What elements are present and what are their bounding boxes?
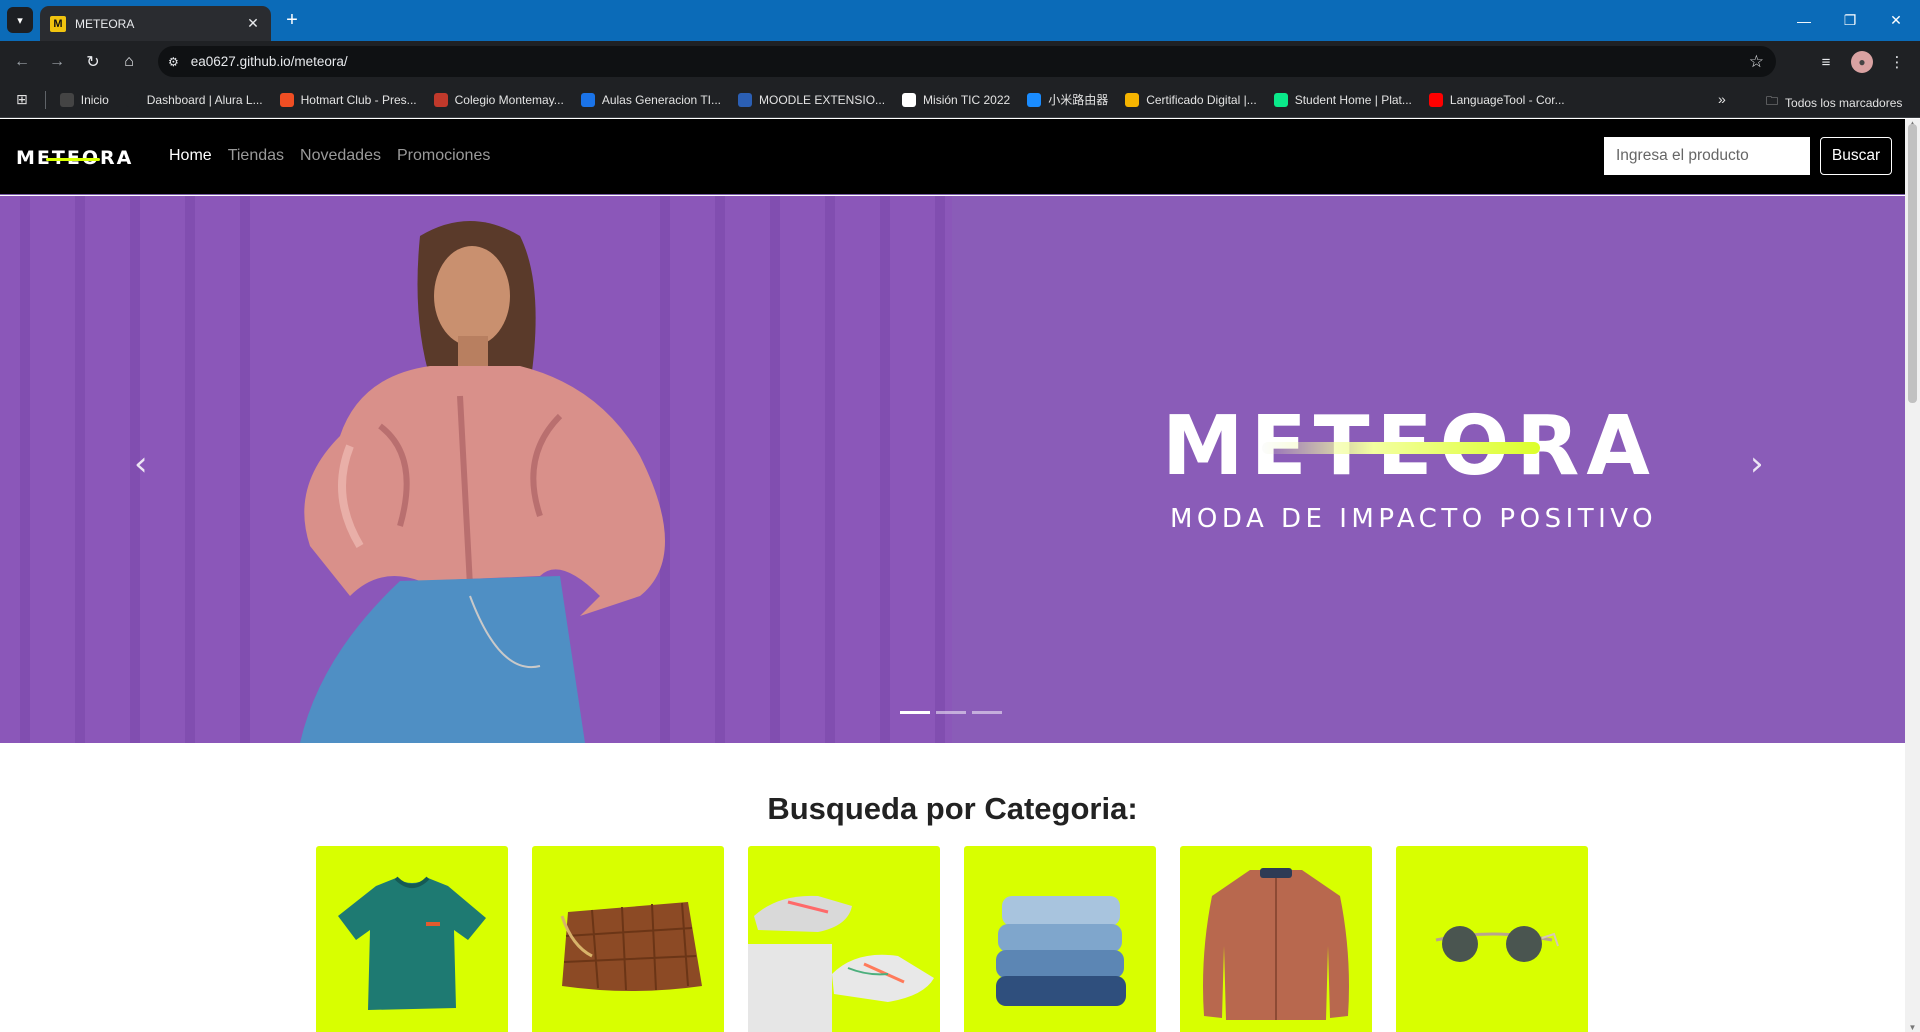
kebab-menu-icon[interactable]: ⋮ [1884, 49, 1910, 75]
tshirt-image [338, 876, 486, 1010]
alura-a-icon [125, 92, 140, 107]
nav-link-promociones[interactable]: Promociones [397, 147, 490, 165]
apps-grid-icon[interactable]: ⊞ [16, 91, 28, 108]
home-dark-icon [59, 92, 74, 107]
hero-accent-stroke [1262, 442, 1540, 454]
bookmark-item[interactable]: MOODLE EXTENSIO... [738, 92, 886, 107]
hero-carousel: ‹ › METEORA MODA DE IMPACTO POSITIVO [0, 196, 1905, 743]
minimize-icon[interactable]: — [1781, 0, 1827, 41]
shield-icon [433, 92, 448, 107]
nav-links: Home Tiendas Novedades Promociones [169, 147, 490, 165]
youtube-icon [1428, 92, 1443, 107]
category-grid [316, 846, 1588, 1032]
category-card-jeans[interactable] [964, 846, 1156, 1032]
bookmarks-bar: ⊞ Inicio Dashboard | Alura L... Hotmart Cl… [0, 82, 1920, 118]
search-button[interactable]: Buscar [1820, 137, 1892, 175]
bookmark-star-icon[interactable]: ☆ [1749, 52, 1764, 72]
sunglasses-image [1435, 926, 1559, 962]
restore-icon[interactable]: ❐ [1827, 0, 1873, 41]
category-card-sunglasses[interactable] [1396, 846, 1588, 1032]
meteora-favicon-icon: M [50, 15, 66, 32]
back-icon[interactable]: ← [9, 49, 35, 75]
bookmark-item[interactable]: Inicio [59, 92, 109, 107]
bookmark-item[interactable]: Hotmart Club - Pres... [279, 92, 417, 107]
tab-title: METEORA [75, 16, 135, 31]
close-window-icon[interactable]: ✕ [1873, 0, 1919, 41]
reload-icon[interactable]: ↻ [80, 49, 106, 75]
all-bookmarks-label: Todos los marcadores [1785, 95, 1903, 110]
platzi-icon [1273, 92, 1288, 107]
browser-tab-strip: ▾ M METEORA ✕ + — ❐ ✕ [0, 0, 1920, 41]
bookmark-label: Dashboard | Alura L... [146, 92, 263, 107]
carousel-indicator[interactable] [900, 711, 930, 714]
bookmark-label: Certificado Digital |... [1146, 92, 1257, 107]
scroll-down-icon[interactable]: ▼ [1908, 1023, 1917, 1032]
profile-avatar[interactable]: ● [1849, 49, 1875, 75]
browser-toolbar: ← → ↻ ⌂ ⚙ ea0627.github.io/meteora/ ☆ ≡ … [0, 41, 1920, 82]
scroll-thumb[interactable] [1908, 124, 1917, 403]
all-bookmarks-folder[interactable]: 🗀 Todos los marcadores [1766, 92, 1902, 113]
carousel-indicator[interactable] [972, 711, 1002, 714]
site-info-icon[interactable]: ⚙ [168, 55, 179, 69]
bookmark-label: Colegio Montemay... [454, 92, 564, 107]
google-icon [902, 92, 917, 107]
jeans-image [996, 896, 1126, 1006]
address-bar[interactable]: ⚙ ea0627.github.io/meteora/ ☆ [158, 46, 1776, 77]
media-controls-icon[interactable]: ≡ [1813, 49, 1839, 75]
certificate-icon [1125, 92, 1140, 107]
bookmark-label: Inicio [80, 92, 109, 107]
nav-link-home[interactable]: Home [169, 147, 212, 165]
bookmark-label: Misión TIC 2022 [923, 92, 1011, 107]
bookmark-item[interactable]: Dashboard | Alura L... [125, 92, 263, 107]
bookmark-item[interactable]: 小米路由器 [1027, 91, 1108, 108]
page-scrollbar[interactable]: ▲ ▼ [1905, 119, 1920, 1032]
bookmark-item[interactable]: Colegio Montemay... [433, 92, 564, 107]
bookmark-item[interactable]: Aulas Generacion TI... [580, 92, 721, 107]
bookmarks-divider [44, 90, 46, 109]
close-tab-icon[interactable]: ✕ [245, 15, 261, 32]
bookmark-label: 小米路由器 [1048, 93, 1109, 107]
carousel-prev-icon[interactable]: ‹ [134, 444, 148, 484]
bookmark-item[interactable]: Student Home | Plat... [1273, 92, 1412, 107]
url-text[interactable]: ea0627.github.io/meteora/ [191, 54, 1749, 69]
bag-image [560, 902, 702, 991]
carousel-indicators [900, 711, 1002, 714]
nav-link-tiendas[interactable]: Tiendas [228, 147, 284, 165]
sneakers-image [748, 895, 934, 1032]
calendar-icon [580, 92, 595, 107]
folder-icon: 🗀 [1766, 94, 1779, 108]
bookmark-label: Hotmart Club - Pres... [300, 92, 417, 107]
tab-search-icon[interactable]: ▾ [7, 7, 33, 33]
bookmark-item[interactable]: Misión TIC 2022 [902, 92, 1011, 107]
category-card-sneakers[interactable] [748, 846, 940, 1032]
bookmark-label: LanguageTool - Cor... [1449, 92, 1565, 107]
bookmark-item[interactable]: Certificado Digital |... [1125, 92, 1257, 107]
categories-title: Busqueda por Categoria: [767, 791, 1138, 826]
carousel-indicator[interactable] [936, 711, 966, 714]
bookmark-item[interactable]: LanguageTool - Cor... [1428, 92, 1565, 107]
home-icon[interactable]: ⌂ [116, 49, 142, 75]
bookmark-label: Aulas Generacion TI... [601, 92, 721, 107]
web-page: METEORA HomeTiendasNovedadesPromociones … [0, 119, 1905, 1032]
new-tab-button[interactable]: + [280, 9, 304, 33]
category-card-tshirt[interactable] [316, 846, 508, 1032]
category-card-jacket[interactable] [1180, 846, 1372, 1032]
bookmark-list: Inicio Dashboard | Alura L... Hotmart Club… [59, 91, 1582, 108]
browser-tab[interactable]: M METEORA ✕ [40, 6, 271, 41]
nav-link-novedades[interactable]: Novedades [300, 147, 381, 165]
forward-icon[interactable]: → [44, 49, 70, 75]
flame-icon [279, 92, 294, 107]
logo-accent-line [46, 158, 100, 161]
bookmark-label: Student Home | Plat... [1294, 92, 1412, 107]
triangle-icon [738, 92, 752, 107]
more-bookmarks-icon[interactable]: » [1718, 91, 1726, 107]
hero-tagline: MODA DE IMPACTO POSITIVO [1170, 504, 1658, 534]
carousel-next-icon[interactable]: › [1750, 444, 1764, 484]
jacket-image [1203, 868, 1349, 1020]
site-navbar: METEORA HomeTiendasNovedadesPromociones … [0, 119, 1905, 195]
wifi-icon [1027, 92, 1042, 107]
product-search-input[interactable] [1604, 137, 1810, 175]
category-card-bag[interactable] [532, 846, 724, 1032]
bookmark-label: MOODLE EXTENSIO... [759, 92, 886, 107]
